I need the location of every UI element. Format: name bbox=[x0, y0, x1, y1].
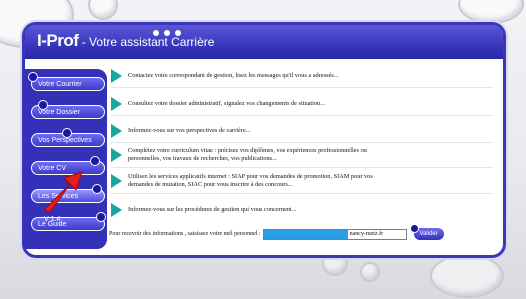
sidebar-item-perspectives[interactable]: Vos Perspectives bbox=[31, 128, 105, 147]
divider bbox=[111, 142, 493, 143]
decorative-bubble bbox=[88, 0, 118, 20]
sidebar-item-guide[interactable]: Le Guide bbox=[31, 212, 106, 231]
submit-email-label: Valider bbox=[419, 231, 438, 237]
knob-icon bbox=[90, 156, 100, 166]
email-subscribe: Pour recevoir des informations , saisiss… bbox=[109, 224, 445, 241]
app-header: I-Prof - Votre assistant Carrière bbox=[25, 25, 503, 59]
sidebar-item-label: Votre Courrier bbox=[38, 81, 82, 88]
row-text: Contactez votre correspondant de gestion… bbox=[128, 72, 339, 79]
divider bbox=[111, 193, 493, 194]
brand-name: I-Prof bbox=[37, 31, 79, 50]
content-row[interactable]: Consultez votre dossier administratif, s… bbox=[111, 97, 493, 111]
knob-icon bbox=[96, 212, 106, 222]
arrow-right-icon bbox=[111, 124, 122, 138]
submit-email-button[interactable]: Valider bbox=[409, 224, 445, 241]
knob-icon bbox=[28, 72, 38, 82]
arrow-right-icon bbox=[111, 174, 122, 188]
knob-icon bbox=[92, 184, 102, 194]
knob-icon bbox=[409, 224, 419, 233]
email-input[interactable]: nancy-metz.fr bbox=[262, 228, 407, 240]
row-text: Informez-vous sur vos perspectives de ca… bbox=[128, 127, 251, 134]
arrow-right-icon bbox=[111, 148, 122, 162]
sidebar: Votre Courrier Votre Dossier Vos Perspec… bbox=[23, 69, 107, 249]
content-row[interactable]: Complétez votre curriculum vitae : préci… bbox=[111, 147, 493, 163]
row-text: Utilisez les services applicatifs intern… bbox=[128, 173, 373, 188]
decorative-bubble bbox=[360, 262, 380, 282]
divider bbox=[111, 115, 493, 116]
pointer-arrow-icon bbox=[43, 171, 83, 213]
row-text: Informez-vous sur les procédures de gest… bbox=[128, 206, 297, 213]
decorative-bubble bbox=[458, 0, 524, 24]
redacted-email bbox=[263, 229, 348, 239]
content-row[interactable]: Utilisez les services applicatifs intern… bbox=[111, 173, 493, 189]
sidebar-item-label: Votre Dossier bbox=[38, 109, 81, 116]
arrow-right-icon bbox=[111, 203, 122, 217]
content-row[interactable]: Contactez votre correspondant de gestion… bbox=[111, 69, 493, 83]
knob-icon bbox=[62, 128, 72, 138]
content-row[interactable]: Informez-vous sur vos perspectives de ca… bbox=[111, 124, 493, 138]
version-label: V 1.4 bbox=[44, 216, 61, 223]
knob-icon bbox=[38, 100, 48, 110]
sidebar-item-label: Vos Perspectives bbox=[38, 137, 92, 144]
sidebar-item-courrier[interactable]: Votre Courrier bbox=[28, 72, 105, 91]
arrow-right-icon bbox=[111, 97, 122, 111]
email-label: Pour recevoir des informations , saisiss… bbox=[109, 231, 261, 237]
sidebar-item-dossier[interactable]: Votre Dossier bbox=[31, 100, 105, 119]
content-row[interactable]: Informez-vous sur les procédures de gest… bbox=[111, 203, 493, 217]
row-text: Complétez votre curriculum vitae : préci… bbox=[128, 147, 367, 162]
arrow-right-icon bbox=[111, 69, 122, 83]
divider bbox=[111, 167, 493, 168]
brand-subtitle: - Votre assistant Carrière bbox=[78, 35, 215, 49]
app-title: I-Prof - Votre assistant Carrière bbox=[37, 31, 214, 51]
row-text: Consultez votre dossier administratif, s… bbox=[128, 100, 325, 107]
divider bbox=[111, 87, 493, 88]
main-window: I-Prof - Votre assistant Carrière Votre … bbox=[22, 22, 506, 258]
email-domain: nancy-metz.fr bbox=[349, 230, 384, 237]
decorative-bubble bbox=[430, 254, 504, 298]
